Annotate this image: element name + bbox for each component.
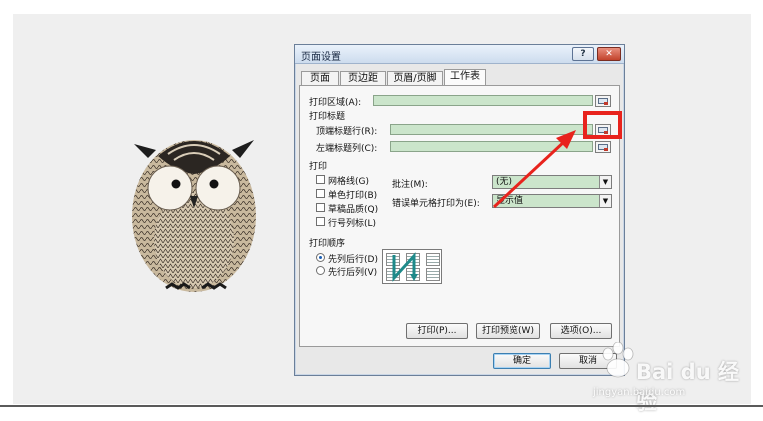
- screenshot-canvas: 页面设置 ? ✕ 页面 页边距 页眉/页脚 工作表 打印区域(A): 打印标题 …: [0, 0, 763, 421]
- bottom-divider: [0, 405, 763, 407]
- baidu-watermark: Bai du 经验 jingyan.baidu.com: [588, 336, 758, 414]
- watermark-brand: Bai du 经验: [636, 360, 739, 414]
- baidu-paw-icon: [602, 342, 634, 378]
- watermark-url: jingyan.baidu.com: [593, 387, 686, 398]
